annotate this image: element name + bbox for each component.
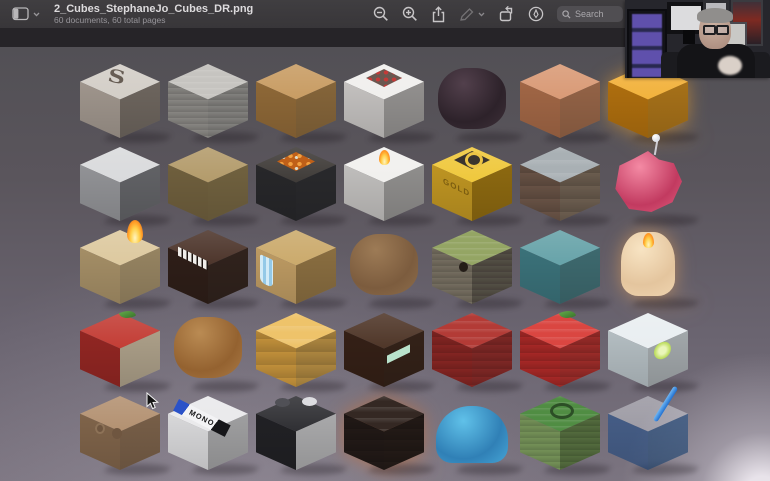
cube-embossed-silver [80, 147, 160, 221]
toolbar: Search [373, 0, 623, 28]
zoom-in-button[interactable] [402, 6, 418, 22]
cube-marble-tealight [344, 147, 424, 221]
markup-dropdown-button[interactable] [478, 12, 485, 17]
webcam-overlay [625, 0, 770, 78]
mouse-cursor [146, 392, 159, 410]
cube-body [438, 68, 506, 129]
wall-speaker [683, 30, 695, 44]
cube-mossy-birdhouse [432, 230, 512, 304]
person-body [677, 44, 755, 78]
markup-chevron-icon [478, 12, 485, 17]
cube-burning-wood [80, 220, 160, 304]
cube-pink-crystal [608, 134, 688, 221]
cube-wooden-piano [168, 230, 248, 304]
cube-swiss-cheese [256, 313, 336, 387]
cube-bronze-sculpture [168, 147, 248, 221]
cube-stone-carved-s: S [80, 64, 160, 138]
rotate-left-icon [499, 6, 513, 22]
cube-gold-ring-box: GOLD [432, 147, 512, 221]
cube-body [621, 232, 675, 296]
zoom-out-button[interactable] [373, 6, 389, 22]
zoom-out-icon [373, 6, 388, 21]
preview-window: 2_Cubes_StephaneJo_Cubes_DR.png 60 docum… [0, 0, 770, 481]
cube-obsidian-rock [432, 64, 512, 138]
chevron-down-icon [33, 12, 40, 17]
cube-body [436, 406, 508, 463]
rotate-button[interactable] [498, 6, 515, 22]
cube-green-sponge [520, 396, 600, 470]
cube-marble-planter [344, 64, 424, 138]
cube-body [174, 317, 242, 378]
markup-group [459, 7, 485, 22]
markup-pencil-icon [460, 7, 474, 21]
cube-grid: S GOLD MONO [76, 61, 692, 476]
cube-cheese-stuffed-bun [168, 313, 248, 387]
pen-circle-icon [528, 6, 544, 22]
cube-tree-stump-table [344, 230, 424, 304]
cubes-artwork-image: S GOLD MONO [0, 47, 770, 481]
cube-panda-lego-brick [256, 396, 336, 470]
window-subtitle: 60 documents, 60 total pages [54, 14, 166, 25]
markup-pencil-button[interactable] [459, 7, 475, 22]
search-field[interactable]: Search [557, 6, 623, 22]
cube-body [615, 151, 682, 212]
cube-mono-carton: MONO [168, 396, 248, 470]
cube-brick [256, 64, 336, 138]
cube-body [350, 234, 418, 295]
cube-granite-drawer [168, 64, 248, 138]
cube-teal-stool [520, 230, 600, 304]
person-hand [718, 56, 742, 75]
cube-melting-candle [608, 230, 688, 304]
zoom-in-icon [402, 6, 417, 21]
share-icon [432, 5, 445, 22]
cube-raw-beef [432, 313, 512, 387]
cube-apple [80, 307, 160, 387]
person-hair [697, 8, 733, 23]
share-button[interactable] [431, 5, 446, 23]
person-glasses [703, 25, 729, 35]
title-bar-left: 2_Cubes_StephaneJo_Cubes_DR.png 60 docum… [0, 3, 253, 25]
cube-ice-lime [608, 313, 688, 387]
cube-strawberry [520, 307, 600, 387]
title-block: 2_Cubes_StephaneJo_Cubes_DR.png 60 docum… [54, 3, 253, 25]
cube-glass-water-tank [608, 385, 688, 470]
cube-mint-chocolate-cake [344, 313, 424, 387]
cube-wooden-crate-towel [256, 230, 336, 304]
cube-rusted-metal [520, 147, 600, 221]
search-icon [562, 9, 571, 19]
window-title: 2_Cubes_StephaneJo_Cubes_DR.png [54, 2, 254, 15]
sidebar-toggle-button[interactable] [10, 5, 42, 23]
cube-blue-jelly [432, 396, 512, 470]
markup-toolbar-button[interactable] [528, 6, 544, 22]
cube-lava-rock [344, 396, 424, 470]
cube-hotpot [256, 147, 336, 221]
sidebar-icon [12, 7, 29, 21]
cube-terracotta-clay [520, 64, 600, 138]
search-placeholder: Search [575, 9, 604, 19]
